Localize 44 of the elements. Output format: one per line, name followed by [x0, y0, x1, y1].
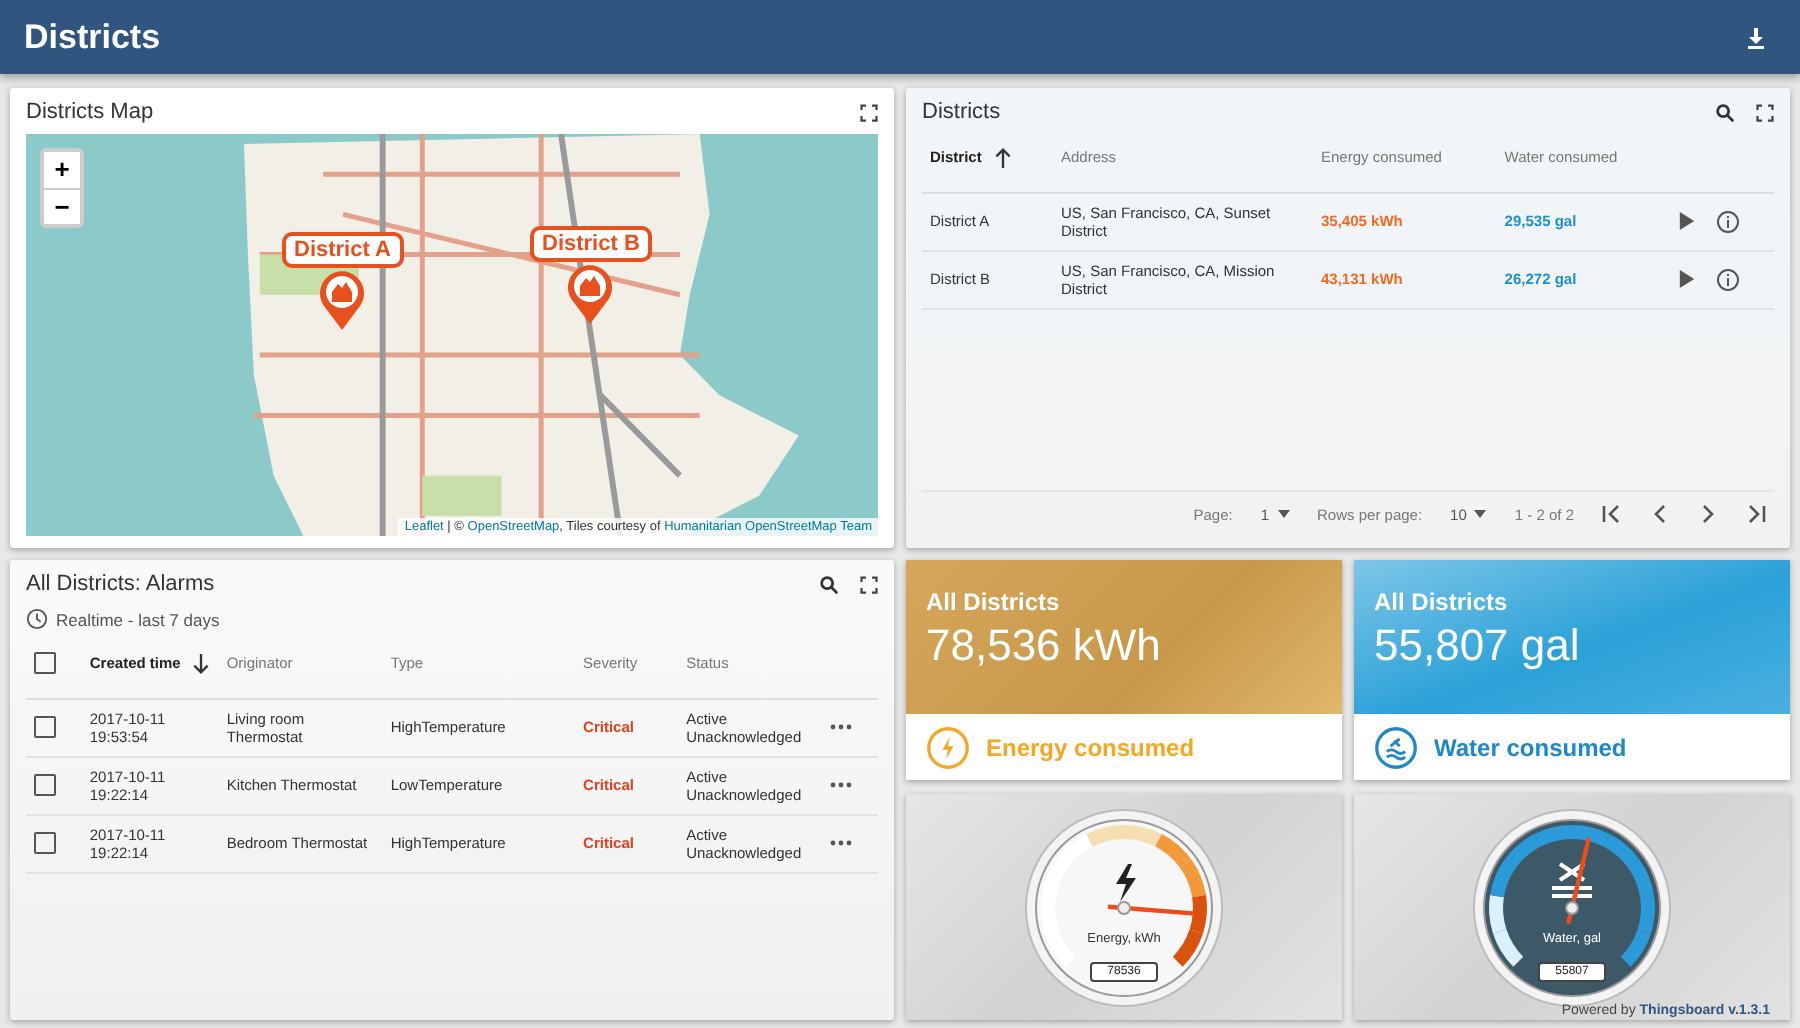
caret-icon: [1474, 510, 1487, 518]
district-marker-label[interactable]: District A: [282, 232, 403, 268]
panel-title: Districts: [922, 100, 1001, 124]
zoom-out-button[interactable]: −: [44, 188, 80, 224]
more-button[interactable]: [830, 840, 853, 846]
row-checkbox[interactable]: [34, 832, 56, 854]
row-checkbox[interactable]: [34, 716, 56, 738]
district-marker-label[interactable]: District B: [530, 226, 652, 262]
more-button[interactable]: [830, 724, 853, 730]
previous-page-button[interactable]: [1650, 504, 1670, 524]
download-button[interactable]: [1744, 25, 1768, 49]
more-button[interactable]: [830, 782, 853, 788]
lightning-icon: [926, 725, 970, 769]
search-button[interactable]: [818, 573, 840, 595]
first-page-button[interactable]: [1602, 504, 1622, 524]
timewindow-label[interactable]: Realtime - last 7 days: [56, 609, 220, 629]
fullscreen-button[interactable]: [860, 575, 878, 593]
caret-icon: [1277, 510, 1290, 518]
clock-icon: [26, 608, 48, 630]
card-value: 55,807 gal: [1374, 620, 1582, 672]
select-all-checkbox[interactable]: [34, 652, 56, 675]
card-value: 78,536 kWh: [926, 620, 1163, 672]
building-pin-icon[interactable]: [318, 268, 367, 332]
last-page-button[interactable]: [1746, 504, 1766, 524]
arrow-up-icon: [993, 147, 1012, 168]
panel-title: Districts Map: [26, 100, 154, 124]
card-label: Water consumed: [1434, 733, 1627, 761]
search-button[interactable]: [1714, 101, 1736, 123]
building-pin-icon[interactable]: [566, 262, 615, 326]
info-button[interactable]: [1715, 267, 1740, 291]
fullscreen-button[interactable]: [860, 103, 878, 121]
row-checkbox[interactable]: [34, 774, 56, 796]
card-title: All Districts: [926, 588, 1062, 616]
play-button[interactable]: [1677, 212, 1696, 230]
swimmer-icon: [1374, 725, 1418, 769]
card-title: All Districts: [1374, 588, 1510, 616]
panel-title: All Districts: Alarms: [26, 572, 215, 596]
fullscreen-button[interactable]: [1756, 103, 1774, 121]
card-label: Energy consumed: [986, 733, 1195, 761]
play-button[interactable]: [1677, 270, 1696, 288]
arrow-down-icon: [192, 653, 211, 674]
page-title: Districts: [24, 17, 161, 57]
next-page-button[interactable]: [1698, 504, 1718, 524]
info-button[interactable]: [1715, 209, 1740, 233]
